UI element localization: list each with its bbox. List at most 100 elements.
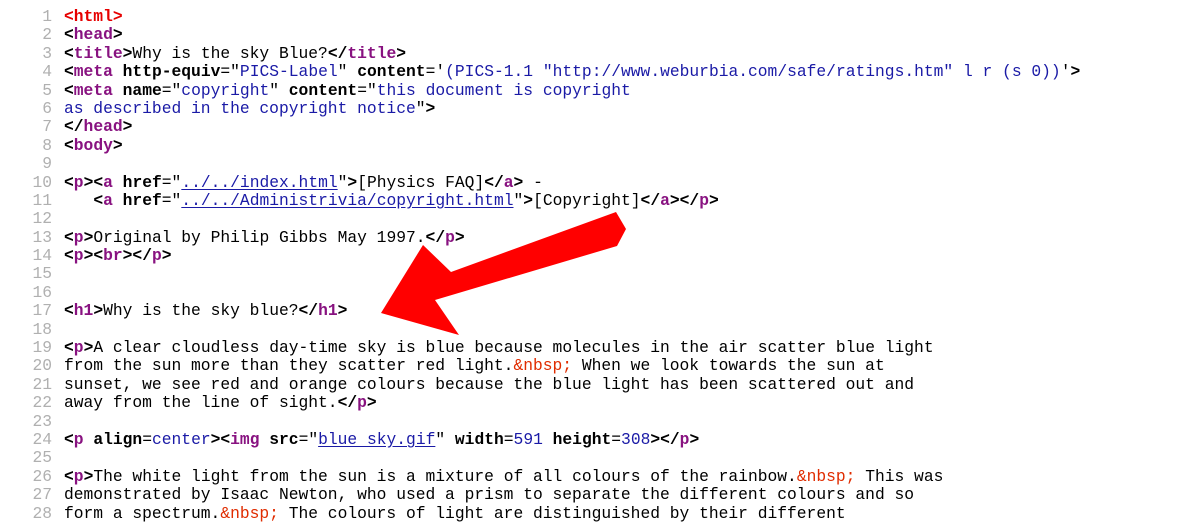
source-line: 4 <meta http-equiv="PICS-Label" content='… [0, 62, 1080, 82]
source-line: 10 <p><a href="../../index.html">[Physics… [0, 172, 1080, 192]
source-line: 22 away from the line of sight.</p> [0, 393, 1080, 413]
attribute-value: this document is copyright [376, 80, 631, 100]
tag-bracket: </ [640, 190, 661, 210]
source-line: 24 <p align=center><img src="blue sky.gif… [0, 429, 1080, 449]
source-link[interactable]: ../../index.html [181, 173, 337, 192]
source-line: 3 <title>Why is the sky Blue?</title> [0, 43, 1080, 63]
tag-bracket: > [366, 393, 377, 413]
text-content: =' [425, 62, 446, 82]
text-content [113, 81, 123, 100]
text-content: sunset, we see red and orange colours be… [64, 374, 915, 394]
text-content: from the sun more than they scatter red … [64, 356, 514, 376]
line-number: 17 [32, 301, 52, 321]
tag-bracket: </ [484, 172, 504, 192]
tag-name: p [151, 246, 162, 266]
line-code: <title>Why is the sky Blue?</title> [64, 43, 406, 63]
tag-bracket: </ [337, 393, 358, 413]
line-number: 27 [32, 485, 52, 505]
attribute-value: copyright [181, 80, 270, 100]
line-number: 18 [32, 319, 52, 339]
tag-bracket: < [64, 172, 74, 192]
text-content: =" [161, 172, 182, 192]
attribute-name: height [552, 429, 612, 449]
text-content: ' [1060, 62, 1071, 82]
tag-bracket: > [347, 172, 358, 192]
line-number: 1 [42, 7, 52, 26]
tag-name: p [445, 227, 455, 247]
line-number: 2 [42, 25, 52, 45]
text-content: =" [298, 429, 319, 449]
line-number: 3 [42, 43, 52, 63]
source-line: 7 </head> [0, 117, 1080, 137]
tag-name: a [103, 172, 113, 192]
source-line: 19 <p>A clear cloudless day-time sky is b… [0, 338, 1080, 358]
tag-bracket: > [83, 466, 94, 486]
tag-bracket: </ [327, 43, 348, 63]
tag-bracket: ></ [669, 190, 700, 210]
line-number: 7 [42, 117, 52, 137]
line-number: 25 [32, 448, 52, 468]
source-link[interactable]: ../../Administrivia/copyright.html [181, 191, 513, 210]
line-number: 9 [42, 154, 52, 174]
source-line: 16 [0, 283, 1080, 302]
text-content [113, 191, 123, 210]
line-number: 13 [32, 227, 52, 247]
line-code: <head> [64, 26, 123, 44]
line-number: 28 [32, 503, 52, 523]
line-number: 19 [32, 338, 52, 358]
tag-name: head [73, 25, 113, 45]
text-content: =" [357, 80, 377, 100]
tag-bracket: </ [298, 301, 319, 321]
text-content: The white light from the sun is a mixtur… [93, 466, 797, 486]
text-content: " [513, 190, 524, 210]
source-line: 8 <body> [0, 135, 1080, 155]
tag-bracket: > [112, 25, 123, 45]
tag-bracket: < [64, 227, 74, 247]
tag-name: <html> [64, 7, 123, 26]
tag-bracket: > [93, 301, 104, 321]
source-line: 11 <a href="../../Administrivia/copyrigh… [0, 190, 1080, 210]
tag-bracket: > [425, 98, 436, 118]
tag-bracket: > [83, 227, 94, 247]
source-line: 6 as described in the copyright notice"> [0, 98, 1080, 118]
source-line: 28 form a spectrum.&nbsp; The colours of … [0, 503, 1080, 523]
tag-name: p [73, 172, 84, 192]
attribute-name: width [454, 429, 504, 449]
line-number: 26 [32, 466, 52, 486]
text-content [113, 62, 123, 81]
source-line: 12 [0, 209, 1080, 228]
tag-bracket: < [64, 135, 74, 155]
text-content: This was [855, 466, 944, 486]
tag-bracket: < [93, 190, 104, 210]
attribute-value: (PICS-1.1 "http://www.weburbia.com/safe/… [445, 62, 1061, 82]
text-content [259, 430, 269, 449]
source-line: 15 [0, 265, 1080, 284]
tag-name: br [103, 246, 123, 266]
text-content: Why is the sky Blue? [132, 43, 328, 63]
line-code: <html> [64, 7, 123, 26]
tag-name: p [73, 466, 84, 486]
line-number: 8 [42, 135, 52, 155]
line-code: <a href="../../Administrivia/copyright.h… [64, 190, 718, 210]
line-code: <p><a href="../../index.html">[Physics F… [64, 172, 543, 192]
text-content: [Physics FAQ] [357, 172, 485, 192]
line-number: 21 [32, 374, 52, 394]
tag-bracket: < [64, 80, 74, 100]
tag-name: p [73, 338, 84, 358]
attribute-name: content [357, 62, 426, 82]
line-code: <p>The white light from the sun is a mix… [64, 466, 944, 486]
text-content: [Copyright] [533, 190, 641, 210]
line-number: 5 [42, 80, 52, 100]
attribute-name: align [93, 429, 143, 449]
source-link[interactable]: blue sky.gif [318, 430, 435, 449]
text-content: " [415, 98, 426, 118]
source-viewer: 1 <html> 2 <head> 3 <title>Why is the sky Blu… [0, 0, 1200, 527]
tag-bracket: < [64, 429, 74, 449]
tag-bracket: < [64, 62, 74, 82]
tag-name: p [73, 227, 84, 247]
text-content: = [142, 429, 152, 449]
tag-bracket: >< [210, 429, 231, 449]
attribute-value: PICS-Label [239, 62, 338, 82]
line-number: 10 [32, 172, 52, 192]
tag-bracket: ></ [122, 246, 152, 266]
